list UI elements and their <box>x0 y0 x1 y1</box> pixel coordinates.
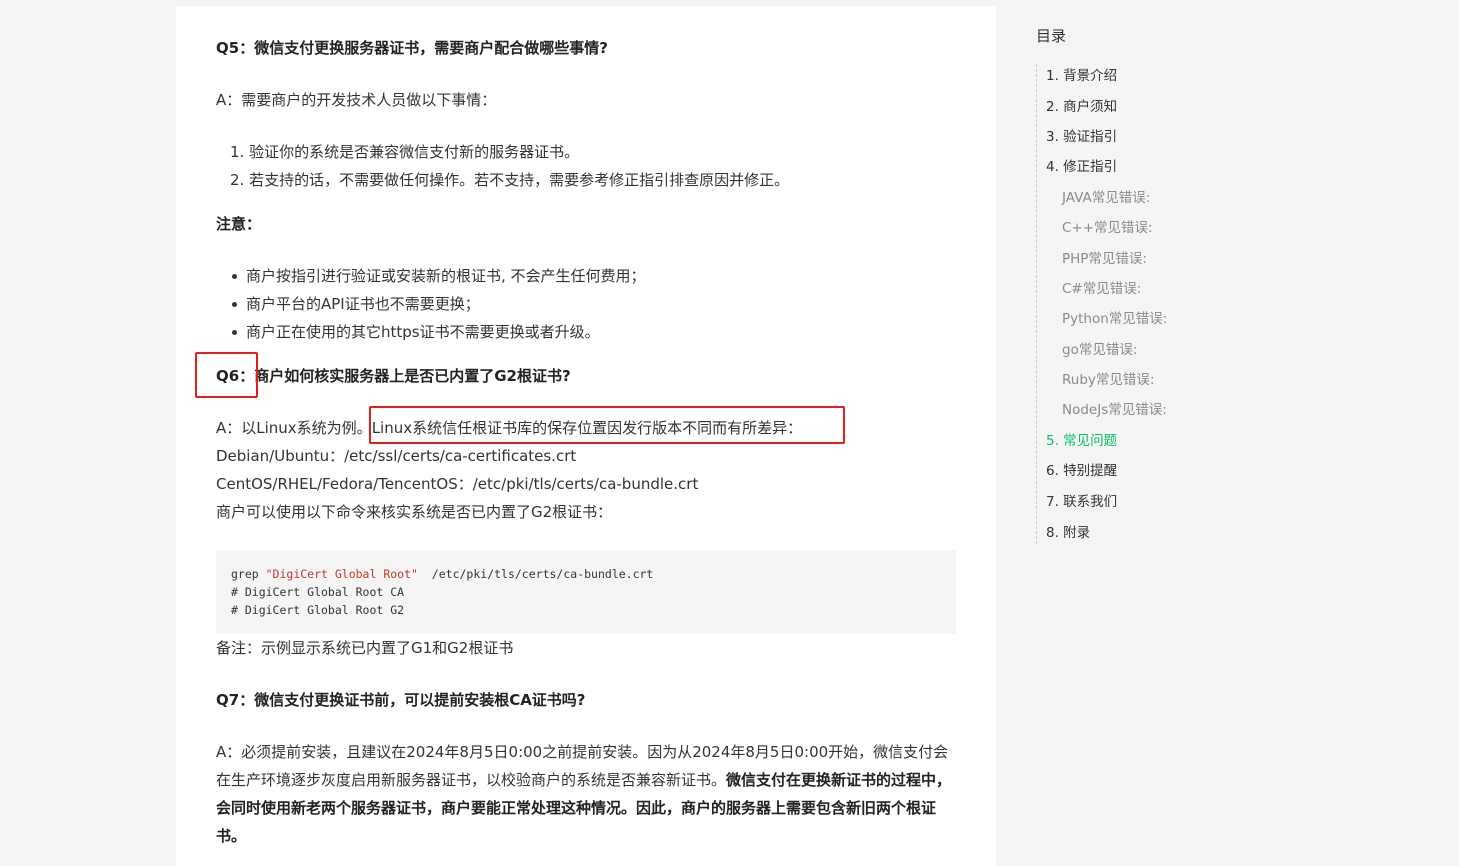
q6-title-rest: 商户如何核实服务器上是否已内置了G2根证书? <box>254 367 571 385</box>
q5-step-2: 2. 若支持的话，不需要做任何操作。若不支持，需要参考修正指引排查原因并修正。 <box>230 171 790 189</box>
q7-answer: A：必须提前安装，且建议在2024年8月5日0:00之前提前安装。因为从2024… <box>216 738 956 850</box>
code-block[interactable]: grep "DigiCert Global Root" /etc/pki/tls… <box>216 550 956 634</box>
q6-path-debian: Debian/Ubuntu：/etc/ssl/certs/ca-certific… <box>216 447 577 465</box>
q5-note-1: 商户按指引进行验证或安装新的根证书, 不会产生任何费用； <box>230 262 646 290</box>
toc-item-faq[interactable]: 5. 常见问题 <box>1046 429 1117 449</box>
code-line-output-2: # DigiCert Global Root G2 <box>231 603 405 617</box>
toc-item-verify-guide[interactable]: 3. 验证指引 <box>1046 125 1117 145</box>
code-string: "DigiCert Global Root" <box>265 567 418 581</box>
q6-path-centos: CentOS/RHEL/Fedora/TencentOS：/etc/pki/tl… <box>216 475 699 493</box>
q6-command-intro: 商户可以使用以下命令来核实系统是否已内置了G2根证书： <box>216 503 613 521</box>
toc-item-fix-guide[interactable]: 4. 修正指引 <box>1046 155 1117 175</box>
q5-note-2-text: 商户平台的API证书也不需要更换； <box>246 295 480 313</box>
q5-heading: Q5：微信支付更换服务器证书，需要商户配合做哪些事情? <box>216 39 608 57</box>
toc-item-ruby-errors[interactable]: Ruby常见错误: <box>1062 368 1154 388</box>
highlight-box-cert-location <box>369 406 845 444</box>
toc-item-cpp-errors[interactable]: C++常见错误: <box>1062 216 1153 236</box>
q5-note-label: 注意： <box>216 215 262 233</box>
toc-item-java-errors[interactable]: JAVA常见错误: <box>1062 186 1150 206</box>
toc-item-nodejs-errors[interactable]: NodeJs常见错误: <box>1062 398 1167 418</box>
toc-item-go-errors[interactable]: go常见错误: <box>1062 338 1137 358</box>
q5-answer-intro: A：需要商户的开发技术人员做以下事情： <box>216 91 497 109</box>
q5-note-3-text: 商户正在使用的其它https证书不需要更换或者升级。 <box>246 323 600 341</box>
code-path: /etc/pki/tls/certs/ca-bundle.crt <box>417 567 654 581</box>
toc-item-background[interactable]: 1. 背景介绍 <box>1046 64 1117 84</box>
toc-item-special-reminder[interactable]: 6. 特别提醒 <box>1046 459 1117 479</box>
q5-note-1-text: 商户按指引进行验证或安装新的根证书, 不会产生任何费用； <box>246 267 646 285</box>
q7-heading: Q7：微信支付更换证书前，可以提前安装根CA证书吗? <box>216 691 586 709</box>
toc-item-merchant-notice[interactable]: 2. 商户须知 <box>1046 95 1117 115</box>
code-line-command: grep "DigiCert Global Root" /etc/pki/tls… <box>231 565 941 583</box>
q6-heading: Q6：商户如何核实服务器上是否已内置了G2根证书? <box>216 362 571 390</box>
toc-item-python-errors[interactable]: Python常见错误: <box>1062 307 1167 327</box>
table-of-contents: 目录 1. 背景介绍 2. 商户须知 3. 验证指引 4. 修正指引 JAVA常… <box>1036 20 1296 544</box>
q5-step-1: 1. 验证你的系统是否兼容微信支付新的服务器证书。 <box>230 143 580 161</box>
q6-remark: 备注：示例显示系统已内置了G1和G2根证书 <box>216 639 514 657</box>
toc-title: 目录 <box>1036 27 1067 45</box>
toc-list: 1. 背景介绍 2. 商户须知 3. 验证指引 4. 修正指引 JAVA常见错误… <box>1036 64 1257 544</box>
toc-item-contact-us[interactable]: 7. 联系我们 <box>1046 490 1117 510</box>
toc-item-appendix[interactable]: 8. 附录 <box>1046 521 1090 541</box>
code-line-output-1: # DigiCert Global Root CA <box>231 585 405 599</box>
toc-item-php-errors[interactable]: PHP常见错误: <box>1062 247 1147 267</box>
q5-note-2: 商户平台的API证书也不需要更换； <box>230 290 480 318</box>
q6-answer-lead: A：以Linux系统为例。 <box>216 419 372 437</box>
toc-item-csharp-errors[interactable]: C#常见错误: <box>1062 277 1141 297</box>
highlight-box-q6-prefix <box>195 352 258 398</box>
code-cmd: grep <box>231 567 266 581</box>
q5-note-3: 商户正在使用的其它https证书不需要更换或者升级。 <box>230 318 600 346</box>
